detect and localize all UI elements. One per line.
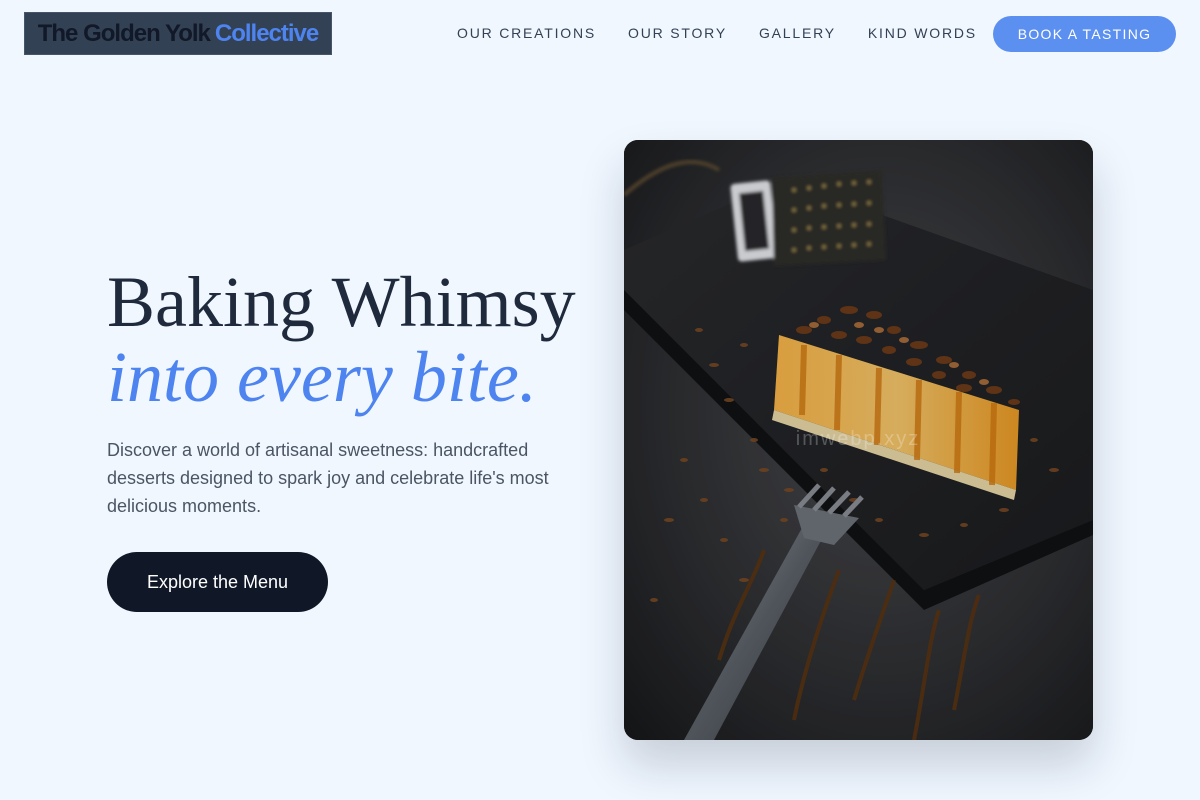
nav-link-our-story[interactable]: OUR STORY — [628, 24, 727, 42]
logo-text-primary: The Golden Yolk — [37, 19, 211, 47]
explore-menu-button[interactable]: Explore the Menu — [107, 552, 328, 612]
logo[interactable]: The Golden Yolk Collective — [24, 12, 332, 55]
cheesecake-photo: imwebp.xyz — [624, 140, 1093, 740]
main-nav: OUR CREATIONS OUR STORY GALLERY KIND WOR… — [457, 24, 977, 42]
hero-dessert-image: imwebp.xyz — [624, 140, 1093, 740]
logo-text-accent: Collective — [214, 19, 319, 47]
image-watermark: imwebp.xyz — [796, 428, 920, 450]
nav-link-kind-words[interactable]: KIND WORDS — [868, 24, 977, 42]
page: The Golden Yolk Collective OUR CREATIONS… — [0, 0, 1200, 800]
hero-headline: Baking Whimsy — [107, 262, 576, 342]
site-header: The Golden Yolk Collective OUR CREATIONS… — [0, 0, 1200, 68]
hero-headline-accent: into every bite. — [107, 337, 537, 417]
hero-subtext: Discover a world of artisanal sweetness:… — [107, 440, 549, 516]
nav-link-our-creations[interactable]: OUR CREATIONS — [457, 24, 596, 42]
book-tasting-button[interactable]: BOOK A TASTING — [993, 16, 1176, 52]
nav-link-gallery[interactable]: GALLERY — [759, 24, 836, 42]
